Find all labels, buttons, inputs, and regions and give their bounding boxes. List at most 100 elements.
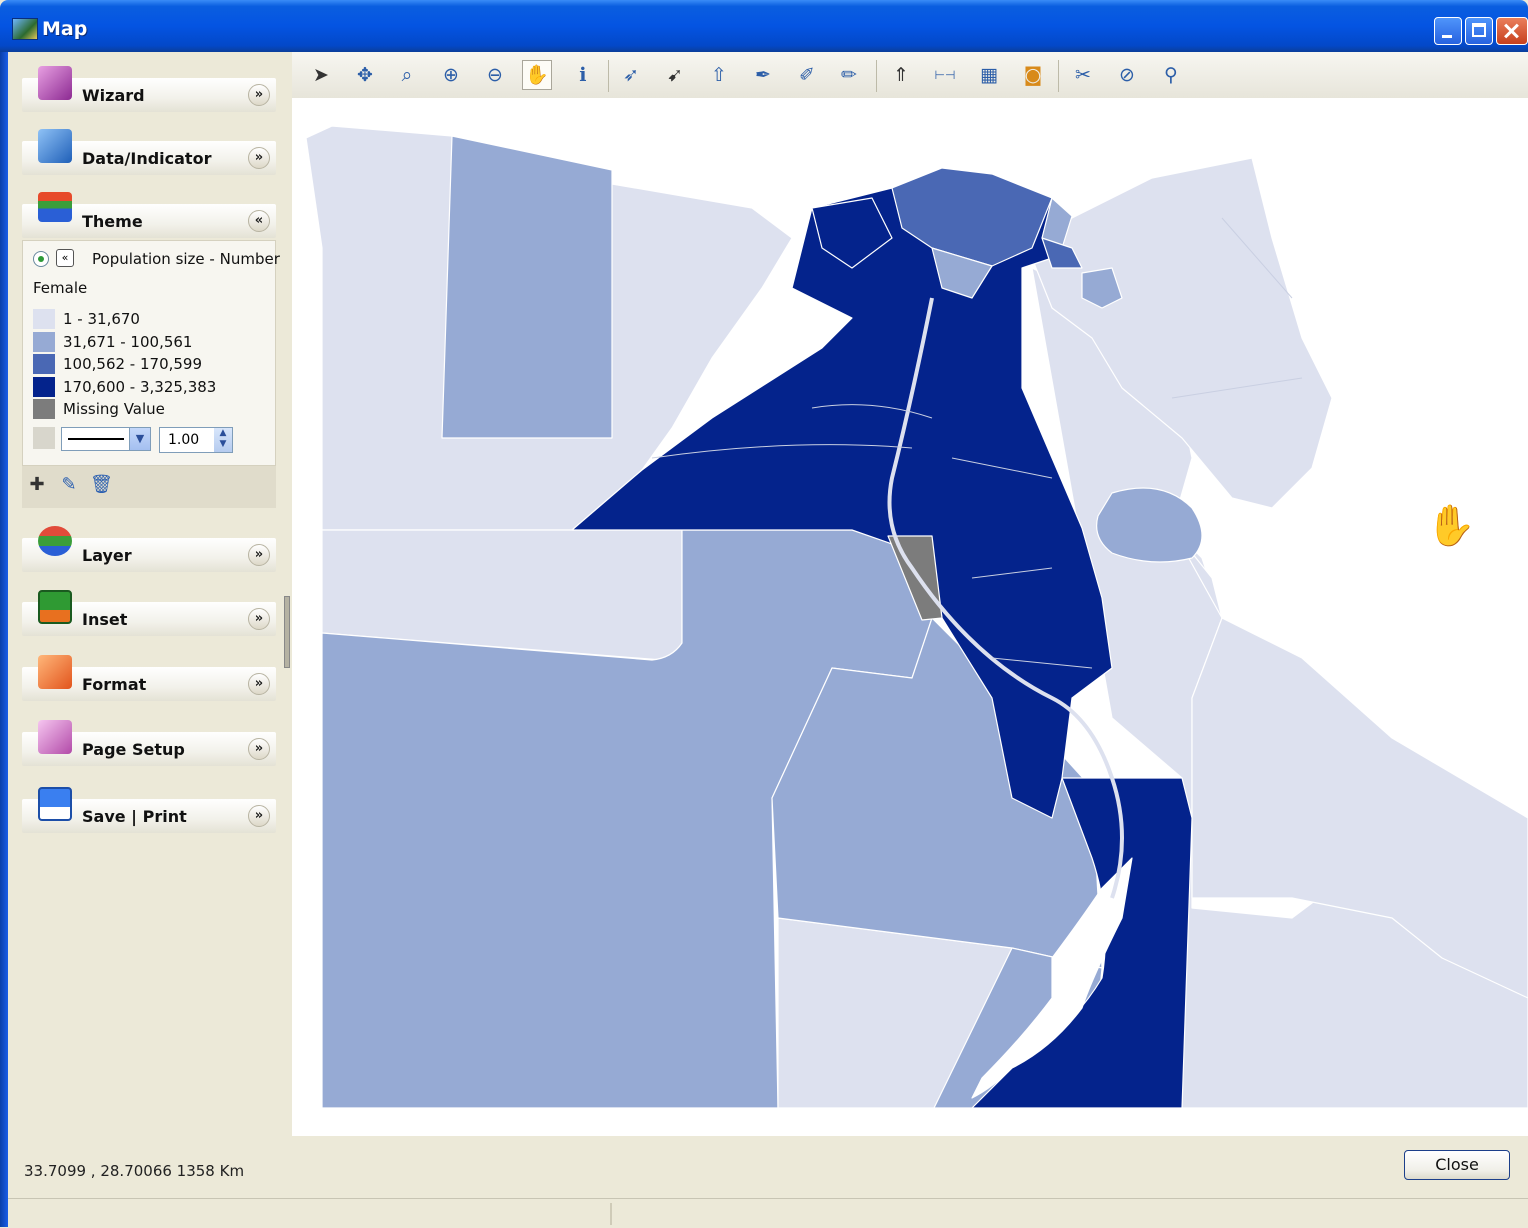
choropleth-map[interactable] [292, 98, 1528, 1136]
section-layer[interactable]: Layer » [22, 526, 276, 572]
line-width-value[interactable]: 1.00 [168, 432, 199, 448]
settings-tool-icon[interactable]: ✂ [1068, 60, 1098, 90]
map-window: Map Wizard » Data/Indicator » Theme « « … [0, 0, 1528, 1228]
status-separator [610, 1203, 612, 1225]
zoom-out-icon[interactable]: ⊖ [480, 60, 510, 90]
section-save-print[interactable]: Save | Print » [22, 787, 276, 833]
section-page-setup-label: Page Setup [82, 740, 185, 759]
compass-tool-icon[interactable]: ⊘ [1112, 60, 1142, 90]
section-theme-label: Theme [82, 212, 143, 231]
legend-tool-icon[interactable]: ◙ [1018, 60, 1048, 90]
layer-tool-icon[interactable]: ▦ [974, 60, 1004, 90]
delete-theme-icon[interactable]: 🗑 [90, 474, 113, 496]
collapse-theme-icon[interactable]: « [56, 249, 74, 267]
search-tool-icon[interactable]: ⚲ [1156, 60, 1186, 90]
theme-actions: ✚ ✎ 🗑 [22, 466, 276, 508]
legend-swatch [33, 332, 55, 352]
theme-radio[interactable] [33, 251, 49, 267]
close-window-button[interactable] [1496, 17, 1528, 45]
maximize-button[interactable] [1465, 17, 1493, 45]
select-pointer-icon[interactable]: ⇧ [704, 60, 734, 90]
legend-swatch [33, 309, 55, 329]
collapse-icon[interactable]: « [248, 210, 270, 232]
section-data-indicator[interactable]: Data/Indicator » [22, 129, 276, 175]
pan-cursor-icon: ✋ [1426, 503, 1476, 549]
bottom-bar: 33.7099 , 28.70066 1358 Km Close [8, 1136, 1528, 1198]
map-canvas[interactable]: ✋ [292, 98, 1528, 1136]
map-toolbar: ➤ ✥ ⌕ ⊕ ⊖ ✋ ℹ ➶ ➹ ⇧ ✒ ✐ ✏ ⇑ ⊢⊣ ▦ ◙ ✂ ⊘ ⚲ [292, 52, 1528, 99]
legend-label: 31,671 - 100,561 [63, 333, 193, 351]
legend-label: 100,562 - 170,599 [63, 355, 203, 373]
legend-label: Missing Value [63, 400, 165, 418]
section-inset-label: Inset [82, 610, 128, 629]
section-inset[interactable]: Inset » [22, 590, 276, 636]
expand-icon[interactable]: » [248, 805, 270, 827]
splitter-handle[interactable] [284, 596, 290, 668]
edit-tool-icon[interactable]: ✏ [834, 60, 864, 90]
edit-theme-icon[interactable]: ✎ [58, 474, 80, 496]
legend-label: 170,600 - 3,325,383 [63, 378, 217, 396]
section-page-setup[interactable]: Page Setup » [22, 720, 276, 766]
zoom-in-icon[interactable]: ⊕ [436, 60, 466, 90]
section-data-indicator-label: Data/Indicator [82, 149, 212, 168]
expand-icon[interactable]: » [248, 673, 270, 695]
section-wizard[interactable]: Wizard » [22, 66, 276, 112]
theme-subgroup: Female [33, 279, 88, 297]
save-icon [38, 787, 72, 821]
section-save-print-label: Save | Print [82, 807, 187, 826]
page-setup-icon [38, 720, 72, 754]
layer-icon [38, 526, 72, 556]
expand-icon[interactable]: » [248, 147, 270, 169]
section-format-label: Format [82, 675, 147, 694]
toolbar-separator [608, 60, 609, 92]
legend-label: 1 - 31,670 [63, 310, 140, 328]
section-format[interactable]: Format » [22, 655, 276, 701]
expand-icon[interactable]: » [248, 84, 270, 106]
zoom-extent-icon[interactable]: ⌕ [392, 60, 422, 90]
scale-bar-icon[interactable]: ⊢⊣ [930, 60, 960, 90]
inset-icon [38, 590, 72, 624]
window-frame-left [0, 52, 8, 1227]
north-arrow-icon[interactable]: ⇑ [886, 60, 916, 90]
line-style-preview [68, 438, 124, 440]
format-icon [38, 655, 72, 689]
theme-panel: « Population size - Number Female 1 - 31… [22, 240, 280, 466]
status-bar [8, 1198, 1528, 1228]
select-arrow-icon[interactable]: ➤ [306, 60, 336, 90]
pan-center-icon[interactable]: ✥ [350, 60, 380, 90]
chevron-down-icon[interactable]: ▼ [129, 428, 150, 450]
pan-hand-icon[interactable]: ✋ [522, 60, 552, 90]
legend-swatch [33, 377, 55, 397]
data-indicator-icon [38, 129, 72, 163]
theme-indicator-name: Population size - Number [92, 250, 280, 268]
map-app-icon [12, 18, 38, 40]
line-style-select[interactable]: ▼ [61, 427, 151, 451]
select-remove-icon[interactable]: ➹ [660, 60, 690, 90]
section-theme[interactable]: Theme « [22, 192, 276, 238]
toolbar-separator [876, 60, 877, 92]
title-bar[interactable]: Map [0, 0, 1528, 52]
spinner-icon[interactable]: ▲ ▼ [214, 428, 232, 452]
section-layer-label: Layer [82, 546, 132, 565]
expand-icon[interactable]: » [248, 544, 270, 566]
panel-splitter[interactable] [280, 52, 292, 1136]
close-button[interactable]: Close [1404, 1150, 1510, 1180]
section-wizard-label: Wizard [82, 86, 145, 105]
select-add-icon[interactable]: ➶ [616, 60, 646, 90]
window-title: Map [42, 18, 88, 40]
add-theme-icon[interactable]: ✚ [26, 474, 48, 496]
map-region [441, 135, 613, 439]
theme-icon [38, 192, 72, 222]
expand-icon[interactable]: » [248, 608, 270, 630]
info-icon[interactable]: ℹ [568, 60, 598, 90]
expand-icon[interactable]: » [248, 738, 270, 760]
boundary-color-swatch[interactable] [33, 427, 55, 449]
cursor-coordinates: 33.7099 , 28.70066 1358 Km [24, 1162, 245, 1180]
toolbar-separator [1058, 60, 1059, 92]
minimize-button[interactable] [1434, 17, 1462, 45]
edit-point-icon[interactable]: ✐ [792, 60, 822, 90]
legend-swatch [33, 399, 55, 419]
pen-icon[interactable]: ✒ [748, 60, 778, 90]
line-width-stepper[interactable]: 1.00 ▲ ▼ [159, 427, 233, 453]
side-panel: Wizard » Data/Indicator » Theme « « Popu… [14, 52, 280, 1136]
